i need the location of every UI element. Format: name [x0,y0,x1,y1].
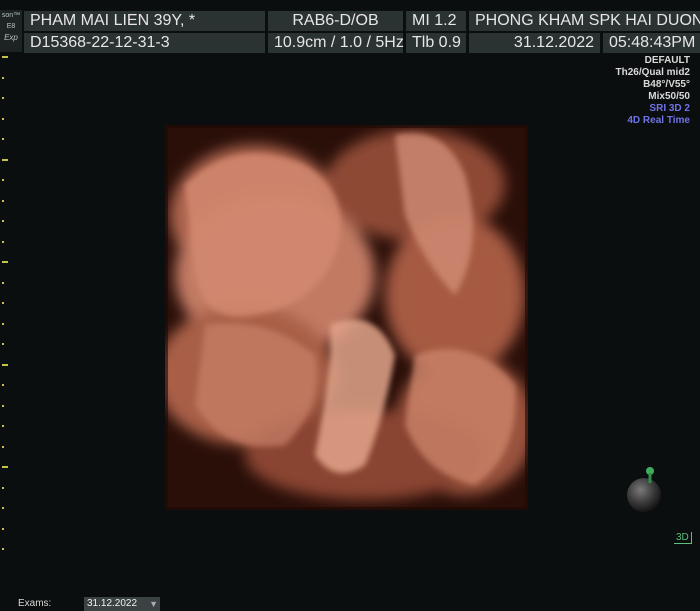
ruler-tick [2,425,4,427]
ultrasound-3d-volume [165,125,528,510]
ruler-tick [2,302,4,304]
exams-select[interactable]: 31.12.2022 ▼ [84,597,160,611]
ruler-tick [2,56,8,58]
ruler-tick [2,527,4,530]
ruler-tick [2,97,4,99]
ruler-tick [2,486,4,489]
exam-id: D15368-22-12-31-3 [24,33,265,53]
ruler-tick [2,261,8,263]
exam-time: 05:48:43PM [603,33,700,53]
thermal-index: Tlb 0.9 [406,33,466,53]
device-logo: son™ E8 Exp [0,10,22,52]
ruler-tick [2,343,4,345]
ruler-tick [2,281,4,284]
ruler-tick [2,507,4,509]
ruler-tick [2,158,8,161]
ruler-tick [2,240,4,243]
patient-name: PHAM MAI LIEN 39Y, * [24,11,265,31]
param-angles: B48°/V55° [643,79,690,90]
param-sri: SRI 3D 2 [649,103,690,114]
ruler-tick [2,199,4,202]
ruler-tick [2,404,4,407]
ruler-tick [2,466,8,468]
footer-bar: Exams: 31.12.2022 ▼ [0,597,700,611]
ruler-tick [2,220,4,222]
depth-frequency: 10.9cm / 1.0 / 5Hz [268,33,404,53]
param-default: DEFAULT [644,55,690,66]
param-mode: 4D Real Time [627,115,690,126]
ruler-tick [2,179,4,181]
depth-ruler [0,56,12,556]
probe-preset: RAB6-D/OB [268,11,403,31]
ruler-tick [2,76,4,79]
orientation-sphere-icon[interactable] [620,465,668,513]
ruler-tick [2,384,4,386]
param-mix: Mix50/50 [648,91,690,102]
exams-label: Exams: [18,598,52,609]
ruler-tick [2,363,8,366]
ruler-tick [2,548,4,550]
imaging-parameters: DEFAULT Th26/Qual mid2 B48°/V55° Mix50/5… [616,55,690,127]
chevron-down-icon[interactable]: ▼ [149,597,158,611]
ruler-tick [2,117,4,120]
ruler-tick [2,322,4,325]
param-threshold: Th26/Qual mid2 [615,67,690,78]
exam-date: 31.12.2022 [469,33,600,53]
ruler-tick [2,138,4,140]
view-mode-label: 3D [674,532,692,544]
clinic-name: PHONG KHAM SPK HAI DUONG [469,11,700,31]
ruler-tick [2,445,4,448]
mechanical-index: MI 1.2 [406,11,466,31]
